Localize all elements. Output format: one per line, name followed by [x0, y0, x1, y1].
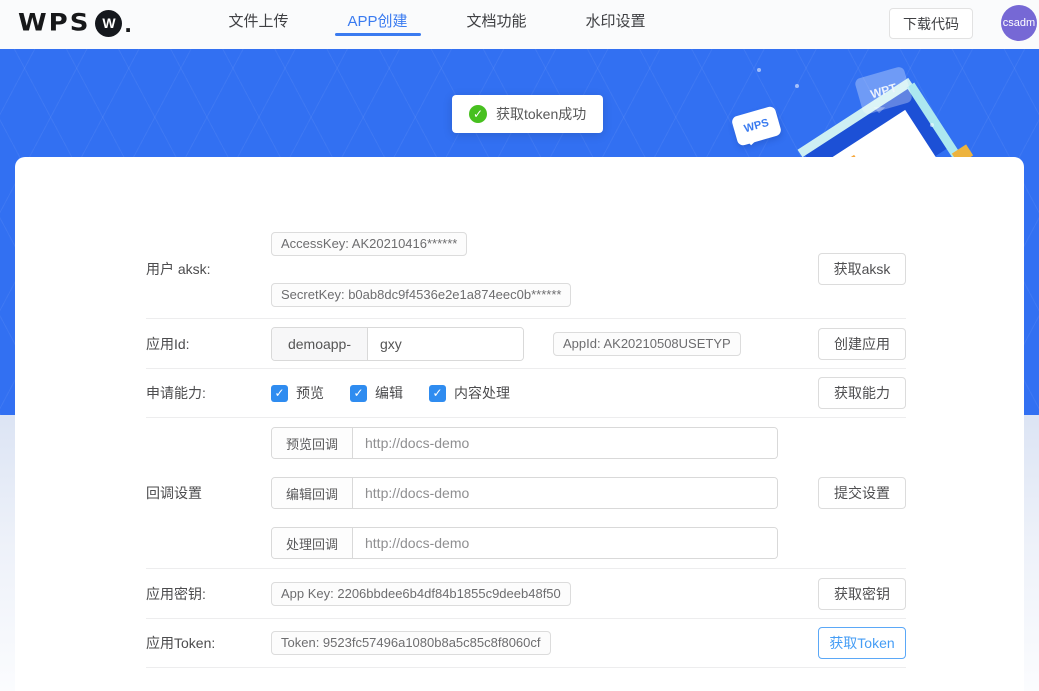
app-id-prefix: demoapp-: [272, 328, 368, 360]
tab-app-create[interactable]: APP创建: [318, 0, 437, 49]
app-id-controls: demoapp- AppId: AK20210508USETYP: [271, 327, 818, 361]
wps-logo: WPS W .: [18, 8, 132, 38]
download-code-button[interactable]: 下载代码: [889, 8, 973, 39]
checkbox-checked-icon[interactable]: ✓: [429, 385, 446, 402]
user-aksk-values: AccessKey: AK20210416****** SecretKey: b…: [271, 232, 818, 307]
app-create-card: 用户 aksk: AccessKey: AK20210416****** Sec…: [15, 157, 1024, 691]
checkbox-content-process[interactable]: ✓ 内容处理: [429, 383, 510, 403]
row-app-id: 应用Id: demoapp- AppId: AK20210508USETYP 创…: [146, 318, 906, 368]
checkbox-checked-icon[interactable]: ✓: [350, 385, 367, 402]
app-id-input[interactable]: [368, 328, 523, 360]
get-capabilities-button[interactable]: 获取能力: [818, 377, 906, 409]
get-aksk-button[interactable]: 获取aksk: [818, 253, 906, 285]
preview-callback-input[interactable]: [353, 428, 777, 458]
row-callbacks: 回调设置 预览回调 编辑回调 处理回调 提交设置: [146, 417, 906, 568]
checkbox-checked-icon[interactable]: ✓: [271, 385, 288, 402]
access-key-tag: AccessKey: AK20210416******: [271, 232, 467, 256]
tab-file-upload[interactable]: 文件上传: [199, 0, 318, 49]
app-id-result-tag: AppId: AK20210508USETYP: [553, 332, 741, 356]
edit-callback-group: 编辑回调: [271, 477, 778, 509]
app-token-label: 应用Token:: [146, 633, 271, 653]
tab-watermark-settings-label: 水印设置: [585, 13, 645, 30]
success-check-icon: ✓: [469, 105, 487, 123]
edit-callback-input[interactable]: [353, 478, 777, 508]
app-token-tag: Token: 9523fc57496a1080b8a5c85c8f8060cf: [271, 631, 551, 655]
toast-message: 获取token成功: [496, 104, 586, 124]
nav-tabs: 文件上传 APP创建 文档功能 水印设置: [199, 0, 675, 49]
decor-dot: [930, 123, 934, 127]
tab-file-upload-label: 文件上传: [228, 13, 288, 30]
checkbox-content-process-label: 内容处理: [454, 383, 510, 403]
app-token-controls: Token: 9523fc57496a1080b8a5c85c8f8060cf: [271, 631, 818, 655]
wps-logo-badge-icon: W: [95, 10, 122, 37]
process-callback-label: 处理回调: [272, 528, 353, 558]
checkbox-preview[interactable]: ✓ 预览: [271, 383, 324, 403]
app-id-input-group: demoapp-: [271, 327, 524, 361]
edit-callback-label: 编辑回调: [272, 478, 353, 508]
checkbox-edit[interactable]: ✓ 编辑: [350, 383, 403, 403]
app-key-label: 应用密钥:: [146, 584, 271, 604]
row-app-key: 应用密钥: App Key: 2206bbdee6b4df84b1855c9de…: [146, 568, 906, 618]
decor-dot: [795, 84, 799, 88]
submit-settings-button[interactable]: 提交设置: [818, 477, 906, 509]
process-callback-group: 处理回调: [271, 527, 778, 559]
wps-logo-text: WPS: [18, 9, 90, 37]
create-app-button[interactable]: 创建应用: [818, 328, 906, 360]
tab-watermark-settings[interactable]: 水印设置: [556, 0, 675, 49]
row-app-token: 应用Token: Token: 9523fc57496a1080b8a5c85c…: [146, 618, 906, 668]
preview-callback-label: 预览回调: [272, 428, 353, 458]
tab-doc-features[interactable]: 文档功能: [437, 0, 556, 49]
row-user-aksk: 用户 aksk: AccessKey: AK20210416****** Sec…: [146, 220, 906, 318]
capabilities-label: 申请能力:: [146, 383, 271, 403]
tab-app-create-label: APP创建: [347, 13, 407, 30]
checkbox-preview-label: 预览: [296, 383, 324, 403]
user-avatar[interactable]: csadm: [1001, 5, 1037, 41]
get-token-button[interactable]: 获取Token: [818, 627, 906, 659]
capabilities-controls: ✓ 预览 ✓ 编辑 ✓ 内容处理: [271, 383, 818, 403]
get-app-key-button[interactable]: 获取密钥: [818, 578, 906, 610]
process-callback-input[interactable]: [353, 528, 777, 558]
app-id-label: 应用Id:: [146, 334, 271, 354]
secret-key-tag: SecretKey: b0ab8dc9f4536e2e1a874eec0b***…: [271, 283, 571, 307]
tab-doc-features-label: 文档功能: [466, 13, 526, 30]
success-toast: ✓ 获取token成功: [452, 95, 603, 133]
top-navbar: WPS W . 文件上传 APP创建 文档功能 水印设置 下载代码 csadm: [0, 0, 1039, 49]
row-capabilities: 申请能力: ✓ 预览 ✓ 编辑 ✓ 内容处理 获取能力: [146, 368, 906, 417]
callbacks-label: 回调设置: [146, 483, 271, 503]
callbacks-controls: 预览回调 编辑回调 处理回调: [271, 427, 818, 559]
app-key-tag: App Key: 2206bbdee6b4df84b1855c9deeb48f5…: [271, 582, 571, 606]
user-aksk-label: 用户 aksk:: [146, 259, 271, 279]
decor-dot: [757, 68, 761, 72]
wps-speech-bubble: WPS: [731, 105, 783, 146]
app-key-controls: App Key: 2206bbdee6b4df84b1855c9deeb48f5…: [271, 582, 818, 606]
wps-logo-dot: .: [124, 13, 131, 33]
app-create-form: 用户 aksk: AccessKey: AK20210416****** Sec…: [146, 220, 906, 668]
checkbox-edit-label: 编辑: [375, 383, 403, 403]
preview-callback-group: 预览回调: [271, 427, 778, 459]
